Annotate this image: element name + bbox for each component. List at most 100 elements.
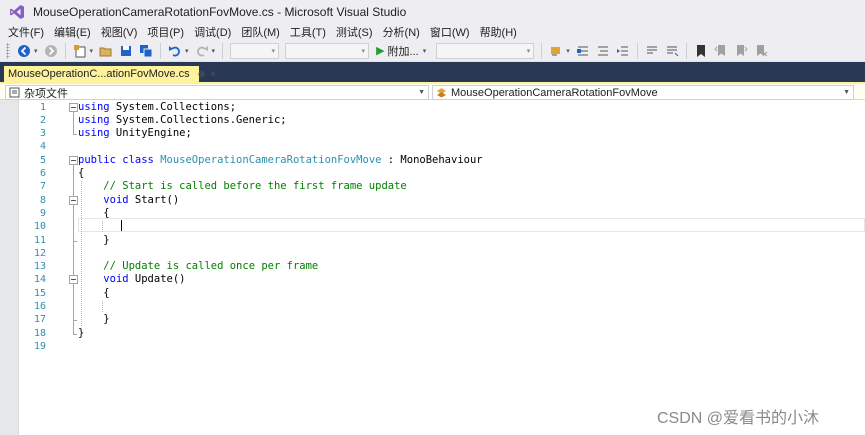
code-line[interactable]: 8 void Start() (0, 194, 865, 207)
chevron-down-icon: ▼ (418, 89, 425, 96)
menu-item[interactable]: 编辑(E) (50, 24, 97, 40)
code-text: // Start is called before the first fram… (78, 180, 406, 193)
start-attach-button[interactable]: ▶ 附加... ▾ (376, 43, 429, 59)
attach-label: 附加... (387, 45, 419, 58)
menu-item[interactable]: 文件(F) (4, 24, 50, 40)
type-scope-label: MouseOperationCameraRotationFovMove (451, 86, 658, 99)
find-icon[interactable] (547, 42, 565, 60)
find-dropdown-icon[interactable]: ▾ (566, 47, 570, 55)
back-icon[interactable] (15, 42, 33, 60)
code-editor[interactable]: 1 using System.Collections; 2 using System.… (0, 100, 865, 435)
code-line[interactable]: 9 { (0, 207, 865, 220)
uncomment-icon[interactable] (663, 42, 681, 60)
next-bookmark-icon[interactable] (732, 42, 750, 60)
save-icon[interactable] (117, 42, 135, 60)
close-icon[interactable]: × (210, 69, 216, 80)
menu-item[interactable]: 视图(V) (97, 24, 144, 40)
line-number: 8 (39, 194, 46, 206)
class-icon (436, 87, 447, 98)
toolbar-separator (160, 42, 162, 59)
menu-bar: 文件(F) 编辑(E) 视图(V) 项目(P) 调试(D) 团队(M) 工具(T) 测试(S)… (0, 24, 865, 40)
breakpoint-icon[interactable] (594, 42, 612, 60)
code-token: Update() (128, 273, 186, 286)
code-token: MouseOperationCameraRotationFovMove (160, 153, 382, 166)
project-scope-combo[interactable]: 杂项文件 ▼ (5, 85, 429, 100)
undo-icon[interactable] (166, 42, 184, 60)
collapse-toggle-icon[interactable] (69, 275, 78, 285)
toolbar-separator (222, 42, 224, 59)
code-line[interactable]: 6{ (0, 167, 865, 180)
comment-icon[interactable] (643, 42, 661, 60)
toolbar-grip[interactable] (6, 42, 10, 59)
new-project-icon[interactable] (71, 42, 89, 60)
code-line[interactable]: 11 } (0, 234, 865, 247)
code-line[interactable]: 19 (0, 340, 865, 353)
code-line[interactable]: 5 public class MouseOperationCameraRotati… (0, 154, 865, 167)
tab-mouse-operation-camera[interactable]: MouseOperationC...ationFovMove.cs ⊕ × (4, 66, 216, 82)
code-token: System.Collections; (109, 100, 237, 113)
pin-icon[interactable]: ⊕ (198, 69, 206, 80)
code-line[interactable]: 13 // Update is called once per frame (0, 260, 865, 273)
menu-item[interactable]: 工具(T) (286, 24, 332, 40)
platform-combo[interactable]: ▾ (285, 42, 370, 59)
code-line[interactable]: 2 using System.Collections.Generic; (0, 114, 865, 127)
toolbar-separator (685, 42, 687, 59)
title-bar: MouseOperationCameraRotationFovMove.cs -… (0, 0, 865, 24)
collapse-toggle-icon[interactable] (69, 155, 78, 165)
back-dropdown-icon[interactable]: ▾ (34, 47, 38, 55)
line-number: 2 (39, 114, 46, 126)
menu-item[interactable]: 帮助(H) (476, 24, 523, 40)
outdent-icon[interactable] (614, 42, 632, 60)
line-number: 14 (33, 274, 46, 286)
collapse-toggle-icon[interactable] (69, 195, 78, 205)
code-text: // Update is called once per frame (78, 260, 318, 273)
redo-dropdown-icon[interactable]: ▾ (212, 47, 216, 55)
line-number: 13 (33, 261, 46, 273)
menu-item[interactable]: 测试(S) (332, 24, 379, 40)
visual-studio-logo-icon (10, 5, 24, 19)
outline-line (73, 111, 74, 135)
start-icon: ▶ (376, 45, 385, 57)
code-line[interactable]: 12 (0, 247, 865, 260)
code-text: void Update() (78, 273, 186, 286)
code-text: void Start() (78, 194, 179, 207)
code-line[interactable]: 15 { (0, 287, 865, 300)
line-number: 18 (33, 327, 46, 339)
configuration-combo[interactable]: ▾ (230, 42, 280, 59)
menu-item[interactable]: 团队(M) (237, 24, 286, 40)
code-line[interactable]: 7 // Start is called before the first fr… (0, 180, 865, 193)
undo-dropdown-icon[interactable]: ▾ (185, 47, 189, 55)
code-line[interactable]: 1 using System.Collections; (0, 101, 865, 114)
type-scope-combo[interactable]: MouseOperationCameraRotationFovMove ▼ (432, 85, 854, 100)
code-line[interactable]: 10 (0, 220, 865, 233)
previous-bookmark-icon[interactable] (712, 42, 730, 60)
bookmark-icon[interactable] (692, 42, 710, 60)
menu-item[interactable]: 窗口(W) (426, 24, 476, 40)
open-file-icon[interactable] (97, 42, 115, 60)
code-line[interactable]: 17 } (0, 313, 865, 326)
target-combo[interactable]: ▾ (436, 42, 535, 59)
window-title: MouseOperationCameraRotationFovMove.cs -… (33, 5, 407, 19)
step-icon[interactable] (574, 42, 592, 60)
redo-icon[interactable] (193, 42, 211, 60)
code-text: using System.Collections; (78, 101, 236, 114)
outline-end (73, 134, 77, 136)
code-line[interactable]: 3 using UnityEngine; (0, 127, 865, 140)
code-token: } (78, 326, 85, 339)
code-text: { (78, 207, 109, 220)
save-all-icon[interactable] (137, 42, 155, 60)
clear-bookmarks-icon[interactable] (752, 42, 770, 60)
menu-item[interactable]: 项目(P) (143, 24, 190, 40)
code-line[interactable]: 18} (0, 327, 865, 340)
menu-item[interactable]: 调试(D) (190, 24, 237, 40)
menu-item[interactable]: 分析(N) (379, 24, 426, 40)
line-number: 19 (33, 340, 46, 352)
code-line[interactable]: 4 (0, 140, 865, 153)
collapse-toggle-icon[interactable] (69, 102, 78, 112)
code-token: Start() (128, 193, 180, 206)
code-line[interactable]: 16 (0, 300, 865, 313)
attach-dropdown-icon[interactable]: ▾ (423, 47, 427, 55)
code-line[interactable]: 14 void Update() (0, 273, 865, 286)
new-project-dropdown-icon[interactable]: ▾ (90, 47, 94, 55)
forward-icon[interactable] (42, 42, 60, 60)
